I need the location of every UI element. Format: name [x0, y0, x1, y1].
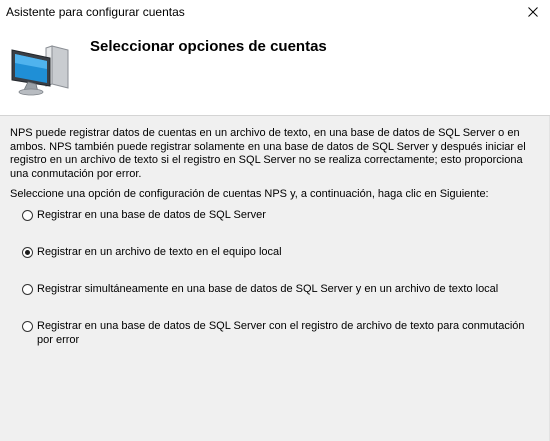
close-button[interactable] — [516, 0, 550, 24]
radio-label: Registrar en un archivo de texto en el e… — [37, 246, 282, 258]
wizard-window: Asistente para configurar cuentas Selecc… — [0, 0, 550, 441]
radio-label: Registrar en una base de datos de SQL Se… — [37, 209, 266, 221]
radio-label: Registrar simultáneamente en una base de… — [37, 283, 499, 295]
radio-button-selected[interactable] — [22, 247, 33, 258]
radio-option-both[interactable]: Registrar simultáneamente en una base de… — [22, 283, 498, 297]
radio-button[interactable] — [22, 321, 33, 332]
option-prompt: Seleccione una opción de configuración d… — [10, 188, 489, 200]
description-area: NPS puede registrar datos de cuentas en … — [10, 127, 535, 181]
wizard-header: Seleccionar opciones de cuentas — [0, 24, 550, 116]
close-icon — [528, 7, 538, 17]
description-text: NPS puede registrar datos de cuentas en … — [10, 127, 526, 180]
radio-button[interactable] — [22, 210, 33, 221]
radio-option-sql-server[interactable]: Registrar en una base de datos de SQL Se… — [22, 209, 266, 223]
title-bar: Asistente para configurar cuentas — [0, 0, 550, 24]
radio-label: Registrar en una base de datos de SQL Se… — [37, 320, 525, 346]
window-title: Asistente para configurar cuentas — [6, 5, 185, 19]
radio-option-text-file[interactable]: Registrar en un archivo de texto en el e… — [22, 246, 282, 260]
computer-monitor-icon — [11, 45, 69, 96]
radio-button[interactable] — [22, 284, 33, 295]
radio-option-sql-failover[interactable]: Registrar en una base de datos de SQL Se… — [22, 320, 532, 347]
page-title: Seleccionar opciones de cuentas — [90, 38, 327, 55]
